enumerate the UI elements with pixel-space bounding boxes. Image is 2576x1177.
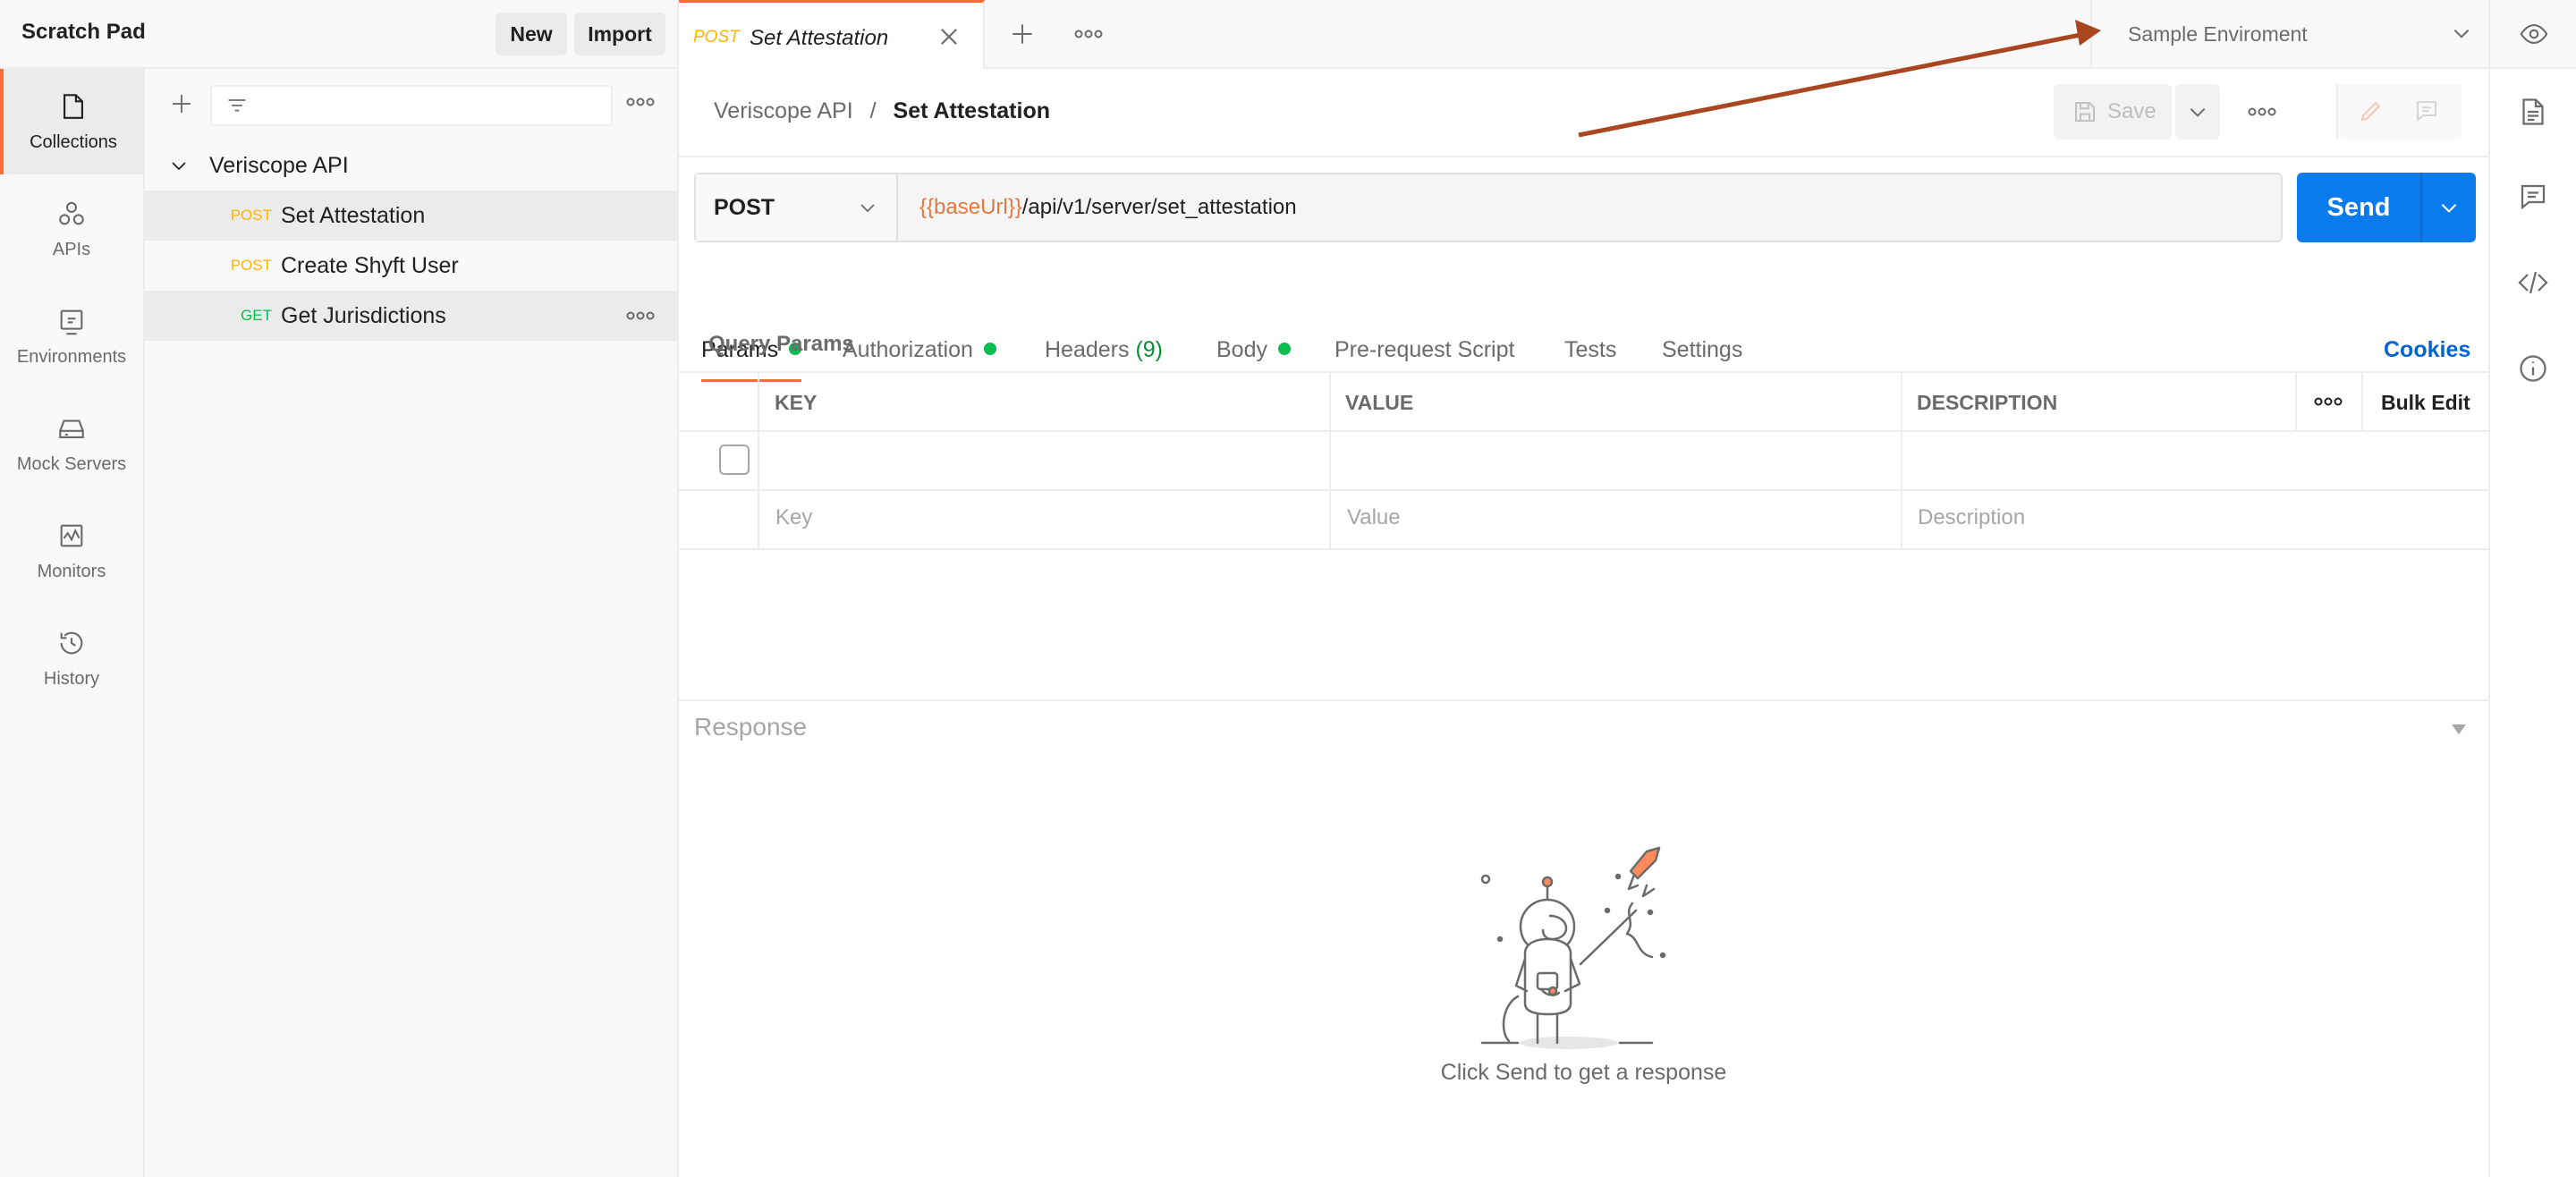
rail-label: Collections (30, 131, 117, 152)
cookies-link[interactable]: Cookies (2384, 337, 2470, 363)
sidebar-more-icon[interactable] (625, 96, 656, 114)
chevron-down-icon (857, 197, 878, 218)
url-path: /api/v1/server/set_attestation (1021, 195, 1297, 219)
tab-label: Headers (1045, 337, 1130, 362)
rail-label: History (43, 668, 100, 689)
method-badge: GET (241, 307, 272, 324)
tab-headers[interactable]: Headers (9) (1045, 337, 1163, 363)
add-icon[interactable] (168, 90, 195, 117)
rail-item-collections[interactable]: Collections (0, 69, 143, 174)
request-more-icon[interactable] (625, 309, 656, 322)
rail-item-history[interactable]: History (0, 605, 143, 711)
apis-icon (59, 201, 84, 224)
request-editor: Veriscope API / Set Attestation Save POS… (679, 20, 2488, 1177)
value-input[interactable]: Value (1347, 505, 1401, 530)
import-button[interactable]: Import (574, 13, 665, 55)
monitors-icon (60, 524, 83, 546)
status-dot (1277, 343, 1291, 356)
tab-pre-request-script[interactable]: Pre-request Script (1335, 337, 1514, 363)
comments-icon[interactable] (2517, 181, 2549, 213)
tab-label: Body (1216, 337, 1267, 362)
astronaut-rocket-illustration (1480, 846, 1666, 1049)
url-bar: POST {{baseUrl}} /api/v1/server/set_atte… (694, 173, 2283, 242)
rail-label: Mock Servers (16, 453, 127, 474)
environments-icon (60, 309, 83, 334)
row-checkbox[interactable] (719, 445, 750, 475)
request-item-create-shyft-user[interactable]: POST Create Shyft User (145, 241, 677, 291)
send-dropdown-button[interactable] (2422, 173, 2476, 242)
method-label: POST (714, 194, 775, 220)
history-icon (60, 631, 83, 654)
response-title[interactable]: Response (694, 713, 807, 741)
description-input[interactable]: Description (1918, 505, 2025, 530)
eye-icon (2519, 19, 2549, 49)
response-empty-message: Click Send to get a response (1440, 1060, 1727, 1085)
column-options-more-icon[interactable] (2313, 395, 2343, 408)
code-icon[interactable] (2517, 267, 2549, 299)
collection-row[interactable]: Veriscope API (145, 140, 677, 191)
url-input[interactable]: {{baseUrl}} /api/v1/server/set_attestati… (900, 174, 2281, 241)
annotation-arrow (1578, 20, 2101, 138)
bulk-edit-button[interactable]: Bulk Edit (2381, 373, 2470, 432)
url-variable: {{baseUrl}} (919, 195, 1022, 219)
mock-servers-icon (59, 419, 84, 438)
tab-authorization[interactable]: Authorization (843, 337, 996, 363)
filter-icon (225, 94, 251, 119)
method-badge: POST (230, 257, 272, 274)
environment-quick-look[interactable] (2488, 0, 2576, 67)
chevron-down-icon (168, 155, 190, 176)
rail-item-mock-servers[interactable]: Mock Servers (0, 391, 143, 496)
caret-down-icon[interactable] (2450, 722, 2468, 736)
rail-label: Environments (16, 346, 127, 367)
tab-label: Authorization (843, 337, 973, 362)
tab-tests[interactable]: Tests (1564, 337, 1616, 363)
tab-body[interactable]: Body (1216, 337, 1291, 363)
right-context-bar (2488, 69, 2576, 1177)
rail-item-environments[interactable]: Environments (0, 284, 143, 389)
collections-sidebar: Veriscope API POST Set Attestation POST … (145, 69, 679, 1177)
headers-count: (9) (1135, 337, 1164, 362)
new-button[interactable]: New (496, 13, 567, 55)
rail-label: Monitors (37, 561, 106, 581)
rail-item-monitors[interactable]: Monitors (0, 498, 143, 604)
send-button[interactable]: Send (2297, 173, 2420, 242)
column-header-description: DESCRIPTION (1917, 390, 2058, 414)
tab-settings[interactable]: Settings (1662, 337, 1742, 363)
column-header-key: KEY (775, 390, 818, 414)
workspace-header: Scratch Pad New Import (0, 0, 679, 69)
column-header-value: VALUE (1345, 390, 1414, 414)
chevron-down-icon (2441, 203, 2457, 213)
request-name: Get Jurisdictions (281, 302, 446, 328)
left-rail: Collections APIs Environments Mock Serve… (0, 69, 145, 1177)
send-button-group: Send (2297, 173, 2476, 242)
collection-name: Veriscope API (209, 152, 349, 178)
request-name: Create Shyft User (281, 252, 459, 278)
status-dot (983, 343, 996, 356)
query-params-title: Query Params (708, 332, 854, 356)
request-item-get-jurisdictions[interactable]: GET Get Jurisdictions (145, 291, 677, 341)
rail-item-apis[interactable]: APIs (0, 176, 143, 282)
rail-label: APIs (52, 239, 91, 259)
method-select[interactable]: POST (696, 174, 898, 241)
key-input[interactable]: Key (775, 505, 812, 530)
info-icon[interactable] (2517, 352, 2549, 385)
filter-input[interactable] (210, 85, 613, 126)
workspace-title: Scratch Pad (21, 20, 146, 44)
request-name: Set Attestation (281, 202, 426, 228)
documentation-icon[interactable] (2517, 96, 2549, 128)
request-item-set-attestation[interactable]: POST Set Attestation (145, 191, 677, 241)
method-badge: POST (230, 207, 272, 224)
collections-icon (64, 93, 83, 119)
